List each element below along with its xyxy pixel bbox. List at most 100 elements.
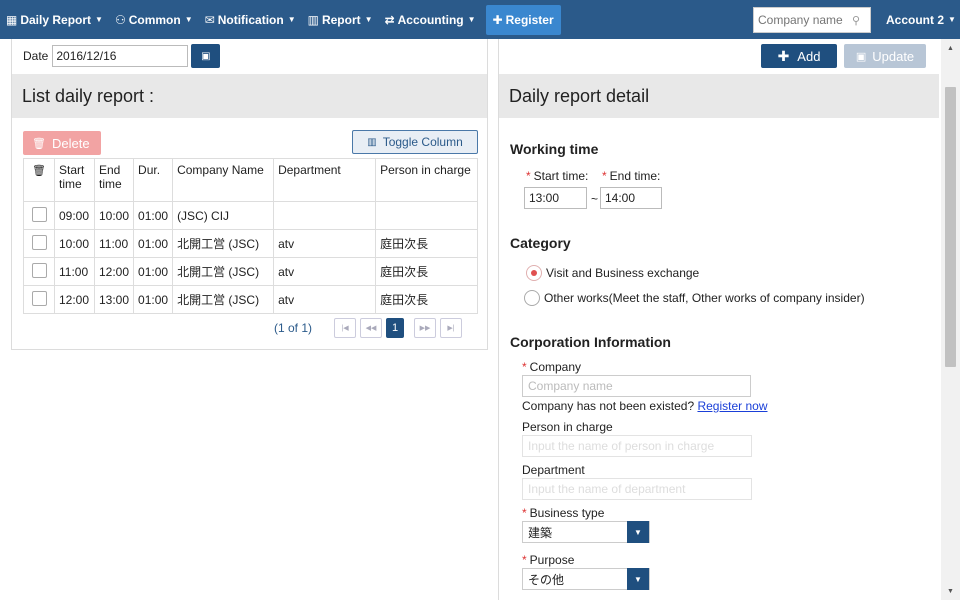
company-search-input[interactable]: [754, 9, 850, 31]
nav-notification[interactable]: ✉ Notification ▼: [199, 0, 302, 39]
business-type-value: 建築: [528, 525, 553, 540]
row-checkbox-cell: [23, 201, 55, 230]
start-time-label-text: Start time:: [533, 169, 589, 183]
nav-account-menu[interactable]: Account 2 ▼: [880, 0, 960, 39]
radio-dot: [526, 265, 542, 281]
end-time-input[interactable]: 14:00: [600, 187, 662, 209]
cell-company: (JSC) CIJ: [172, 201, 275, 230]
nav-common-label: Common: [128, 12, 181, 27]
cell-duration: 01:00: [133, 229, 174, 258]
radio-visit-business[interactable]: Visit and Business exchange: [526, 265, 699, 281]
column-header-start[interactable]: Start time: [54, 158, 95, 202]
add-button[interactable]: ✚ Add: [761, 44, 837, 68]
nav-report[interactable]: ▥ Report ▼: [302, 0, 379, 39]
row-checkbox-cell: [23, 229, 55, 258]
purpose-select[interactable]: その他 ▼: [522, 568, 650, 590]
nav-accounting[interactable]: ⇄ Accounting ▼: [379, 0, 482, 39]
page-info: (1 of 1): [274, 321, 313, 335]
cell-department: [273, 201, 377, 230]
search-icon[interactable]: ⚲: [852, 14, 860, 27]
save-icon: ▣: [855, 50, 867, 63]
plus-icon: ✚: [777, 47, 790, 64]
nav-account-label: Account 2: [886, 12, 945, 27]
next-page-button[interactable]: ▶▶: [414, 318, 437, 338]
column-header-end[interactable]: End time: [93, 158, 135, 202]
start-time-label: * Start time:: [526, 169, 588, 183]
prev-page-button[interactable]: ◀◀: [360, 318, 383, 338]
required-mark: *: [522, 506, 527, 520]
row-checkbox[interactable]: [31, 234, 47, 250]
radio-dot: [524, 290, 540, 306]
bar-chart-icon: ▥: [307, 12, 319, 27]
person-in-charge-field[interactable]: Input the name of person in charge: [522, 435, 752, 457]
cell-duration: 01:00: [133, 257, 174, 286]
column-header-company[interactable]: Company Name: [172, 158, 275, 202]
end-time-label-text: End time:: [609, 169, 661, 183]
calendar-icon: ▦: [6, 12, 18, 27]
nav-register-button[interactable]: ✚ Register: [485, 4, 561, 35]
scroll-down-arrow-icon[interactable]: ▼: [941, 584, 960, 598]
row-checkbox-cell: [23, 257, 55, 286]
column-header-department[interactable]: Department: [273, 158, 377, 202]
corporation-info-title: Corporation Information: [510, 334, 671, 350]
column-header-person[interactable]: Person in charge: [375, 158, 478, 202]
toggle-column-label: Toggle Column: [382, 135, 463, 149]
business-type-label: * Business type: [522, 506, 604, 520]
table-header-row: 🗑 Start time End time Dur. Company Name …: [23, 158, 478, 202]
company-label-text: Company: [529, 360, 582, 374]
table-row[interactable]: 09:00 10:00 01:00 (JSC) CIJ: [23, 201, 478, 230]
caret-down-icon: ▼: [948, 15, 956, 24]
row-checkbox[interactable]: [31, 206, 47, 222]
plus-icon: ✚: [492, 12, 503, 27]
end-time-label: * End time:: [602, 169, 660, 183]
department-field[interactable]: Input the name of department: [522, 478, 752, 500]
cell-start: 10:00: [54, 229, 95, 258]
caret-down-icon: ▼: [184, 15, 193, 24]
date-input[interactable]: 2016/12/16: [52, 45, 189, 67]
chevron-down-icon: ▼: [627, 568, 649, 590]
register-now-link[interactable]: Register now: [697, 399, 767, 413]
radio-other-works[interactable]: Other works(Meet the staff, Other works …: [524, 290, 865, 306]
time-separator: ~: [591, 192, 599, 206]
date-label: Date: [23, 49, 49, 63]
calendar-button[interactable]: ▣: [191, 44, 221, 68]
scroll-up-arrow-icon[interactable]: ▲: [941, 41, 960, 55]
update-button[interactable]: ▣ Update: [844, 44, 926, 68]
page-number-button[interactable]: 1: [386, 318, 405, 338]
last-page-button[interactable]: ▶|: [440, 318, 463, 338]
business-type-label-text: Business type: [529, 506, 605, 520]
cell-person: 庭田次長: [375, 229, 478, 258]
table-row[interactable]: 12:00 13:00 01:00 北開工営 (JSC) atv 庭田次長: [23, 285, 478, 314]
nav-common[interactable]: ⚇ Common ▼: [109, 0, 199, 39]
cell-duration: 01:00: [133, 201, 174, 230]
scroll-thumb[interactable]: [945, 87, 956, 367]
start-time-input[interactable]: 13:00: [524, 187, 587, 209]
table-row[interactable]: 10:00 11:00 01:00 北開工営 (JSC) atv 庭田次長: [23, 229, 478, 258]
company-field[interactable]: Company name: [522, 375, 751, 397]
nav-report-label: Report: [321, 12, 361, 27]
nav-daily-report-label: Daily Report: [20, 12, 92, 27]
cell-start: 11:00: [54, 257, 95, 286]
nav-notification-label: Notification: [217, 12, 284, 27]
row-checkbox[interactable]: [31, 262, 47, 278]
cell-start: 09:00: [54, 201, 95, 230]
purpose-label: * Purpose: [522, 553, 574, 567]
caret-down-icon: ▼: [467, 15, 476, 24]
vertical-scrollbar[interactable]: ▲ ▼: [941, 39, 960, 600]
add-button-label: Add: [797, 48, 821, 64]
select-all-column[interactable]: 🗑: [23, 158, 55, 202]
cell-department: atv: [273, 229, 377, 258]
required-mark: *: [522, 553, 527, 567]
column-header-duration[interactable]: Dur.: [133, 158, 174, 202]
delete-button[interactable]: 🗑 Delete: [23, 131, 101, 155]
daily-report-detail-panel: ✚ Add ▣ Update Daily report detail Worki…: [498, 39, 939, 600]
first-page-button[interactable]: |◀: [334, 318, 357, 338]
business-type-select[interactable]: 建築 ▼: [522, 521, 650, 543]
row-checkbox[interactable]: [31, 290, 47, 306]
cell-department: atv: [273, 285, 377, 314]
cell-end: 12:00: [93, 257, 135, 286]
nav-daily-report[interactable]: ▦ Daily Report ▼: [0, 0, 109, 39]
update-button-label: Update: [872, 48, 915, 64]
toggle-column-button[interactable]: ▥ Toggle Column: [352, 130, 478, 154]
table-row[interactable]: 11:00 12:00 01:00 北開工営 (JSC) atv 庭田次長: [23, 257, 478, 286]
